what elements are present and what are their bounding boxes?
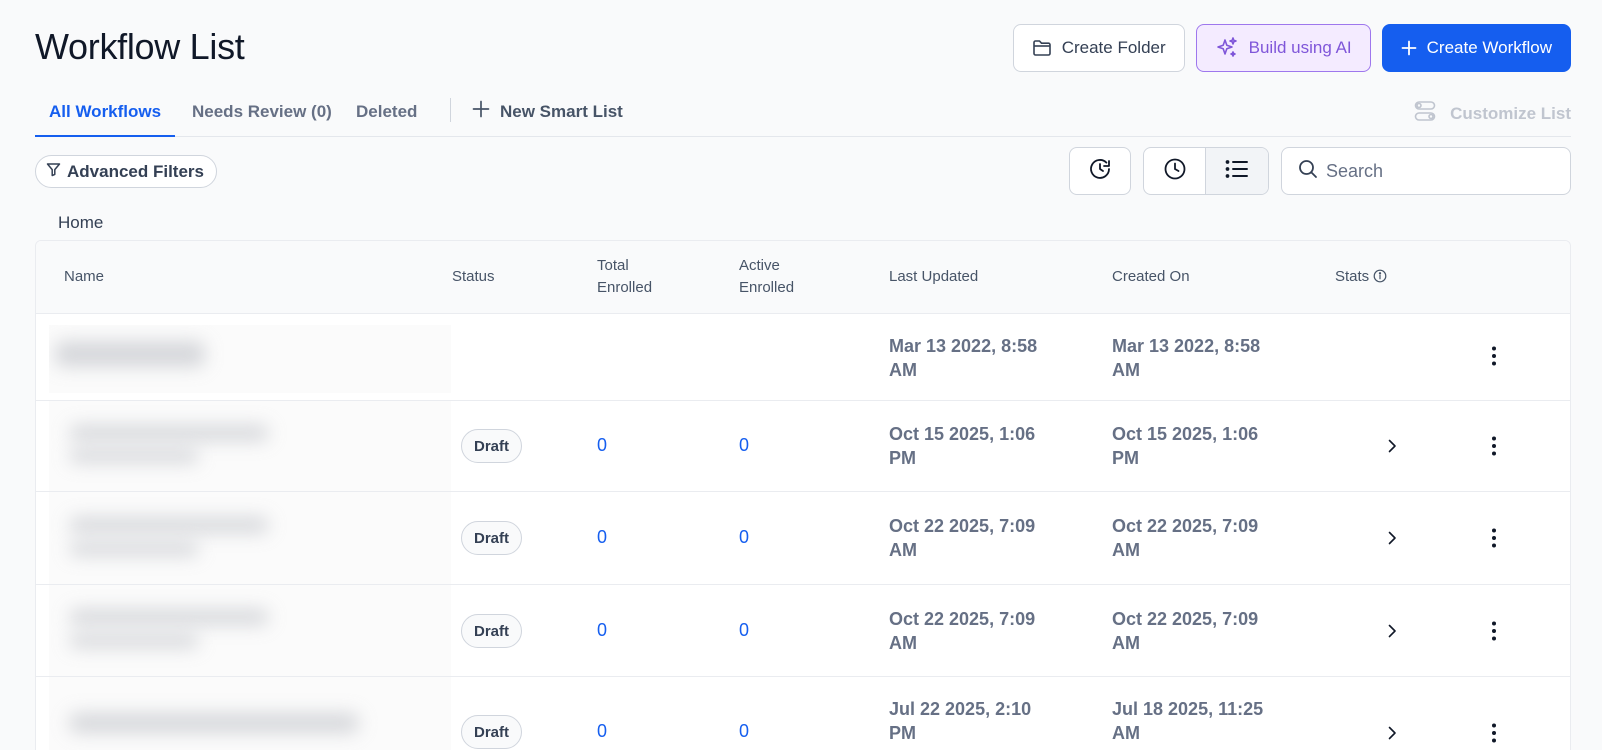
table-row[interactable]: Draft 0 0 Oct 22 2025, 7:09 AM Oct 22 202… [36, 585, 1570, 677]
last-updated-value: Oct 22 2025, 7:09 AM [889, 516, 1036, 560]
clock-icon [1163, 157, 1187, 186]
create-folder-button[interactable]: Create Folder [1012, 24, 1185, 72]
total-enrolled-link[interactable]: 0 [597, 435, 607, 456]
history-button[interactable] [1069, 147, 1131, 195]
new-smart-list-label: New Smart List [500, 101, 623, 121]
build-using-ai-button[interactable]: Build using AI [1195, 24, 1371, 72]
breadcrumb-home[interactable]: Home [58, 213, 103, 233]
status-badge: Draft [461, 614, 523, 648]
info-icon[interactable] [1373, 268, 1387, 290]
tab-divider [450, 98, 451, 122]
view-toggle [1143, 147, 1269, 195]
column-header-active-enrolled[interactable]: Active Enrolled [739, 255, 794, 299]
created-on-value: Oct 22 2025, 7:09 AM [1112, 609, 1259, 653]
table-header: Name Status Total Enrolled Active Enroll… [36, 241, 1570, 314]
workflow-name-redacted[interactable] [49, 401, 451, 491]
chevron-right-icon[interactable] [1387, 725, 1397, 746]
plus-icon [1401, 40, 1417, 56]
advanced-filters-button[interactable]: Advanced Filters [35, 155, 217, 188]
folder-icon [1032, 39, 1052, 57]
column-header-active-line2: Enrolled [739, 279, 795, 296]
column-header-total-line2: Enrolled [597, 279, 653, 296]
last-updated-value: Oct 15 2025, 1:06 PM [889, 424, 1036, 468]
column-header-last-updated[interactable]: Last Updated [889, 266, 978, 288]
active-enrolled-link[interactable]: 0 [739, 721, 749, 742]
created-on-value: Oct 22 2025, 7:09 AM [1112, 516, 1259, 560]
customize-list-button[interactable]: Customize List [1414, 100, 1571, 127]
customize-list-label: Customize List [1450, 103, 1571, 123]
create-workflow-button[interactable]: Create Workflow [1381, 24, 1571, 72]
total-enrolled-link[interactable]: 0 [597, 527, 607, 548]
more-options-icon[interactable] [1492, 528, 1496, 553]
history-icon [1088, 157, 1112, 186]
status-badge: Draft [461, 521, 523, 555]
chevron-right-icon[interactable] [1387, 530, 1397, 551]
table-row[interactable]: Draft 0 0 Oct 22 2025, 7:09 AM Oct 22 202… [36, 492, 1570, 585]
workflow-name-redacted[interactable] [49, 325, 451, 393]
column-header-name[interactable]: Name [64, 266, 104, 288]
chevron-right-icon[interactable] [1387, 623, 1397, 644]
active-enrolled-link[interactable]: 0 [739, 620, 749, 641]
column-header-created-on[interactable]: Created On [1112, 266, 1190, 288]
column-header-stats-label: Stats [1335, 268, 1370, 285]
more-options-icon[interactable] [1492, 346, 1496, 371]
column-header-status[interactable]: Status [452, 266, 495, 288]
build-using-ai-label: Build using AI [1248, 38, 1352, 57]
column-header-stats[interactable]: Stats [1335, 266, 1387, 290]
more-options-icon[interactable] [1492, 723, 1496, 748]
new-smart-list-button[interactable]: New Smart List [472, 100, 623, 123]
workflow-name-redacted[interactable] [49, 585, 451, 676]
workflow-name-redacted[interactable] [49, 677, 451, 750]
chevron-right-icon[interactable] [1387, 438, 1397, 459]
last-updated-value: Oct 22 2025, 7:09 AM [889, 609, 1036, 653]
created-on-value: Mar 13 2022, 8:58 AM [1112, 336, 1261, 380]
last-updated-value: Jul 22 2025, 2:10 PM [889, 699, 1032, 743]
page-title: Workflow List [35, 26, 245, 67]
active-enrolled-link[interactable]: 0 [739, 527, 749, 548]
tab-bar: All Workflows Needs Review (0) Deleted N… [35, 96, 1571, 137]
more-options-icon[interactable] [1492, 436, 1496, 461]
created-on-value: Jul 18 2025, 11:25 AM [1112, 699, 1264, 743]
table-row[interactable]: Draft 0 0 Oct 15 2025, 1:06 PM Oct 15 202… [36, 401, 1570, 492]
active-enrolled-link[interactable]: 0 [739, 435, 749, 456]
advanced-filters-label: Advanced Filters [67, 161, 204, 181]
column-header-active-line1: Active [739, 257, 780, 274]
create-workflow-label: Create Workflow [1426, 38, 1552, 57]
search-icon [1298, 159, 1318, 184]
more-options-icon[interactable] [1492, 621, 1496, 646]
workflow-table: Name Status Total Enrolled Active Enroll… [35, 240, 1571, 750]
table-row[interactable]: Draft 0 0 Jul 22 2025, 2:10 PM Jul 18 202… [36, 677, 1570, 750]
search-input[interactable] [1326, 160, 1556, 182]
search-box [1281, 147, 1571, 195]
list-icon [1225, 159, 1249, 184]
total-enrolled-link[interactable]: 0 [597, 721, 607, 742]
sparkles-icon [1215, 36, 1239, 60]
top-actions: Create Folder Build using AI Create Work… [1012, 24, 1571, 72]
tab-all-workflows[interactable]: All Workflows [35, 102, 176, 137]
last-updated-value: Mar 13 2022, 8:58 AM [889, 336, 1038, 380]
create-folder-label: Create Folder [1061, 38, 1166, 57]
plus-icon [472, 100, 490, 123]
column-header-total-line1: Total [597, 257, 629, 274]
tab-deleted[interactable]: Deleted [356, 102, 417, 137]
clock-view-button[interactable] [1144, 148, 1205, 194]
total-enrolled-link[interactable]: 0 [597, 620, 607, 641]
status-badge: Draft [461, 429, 523, 463]
created-on-value: Oct 15 2025, 1:06 PM [1112, 424, 1259, 468]
table-row[interactable]: Mar 13 2022, 8:58 AM Mar 13 2022, 8:58 AM [36, 315, 1570, 401]
toggles-icon [1414, 100, 1436, 127]
filter-icon [46, 162, 61, 182]
column-header-total-enrolled[interactable]: Total Enrolled [597, 255, 652, 299]
list-view-button[interactable] [1205, 148, 1268, 194]
status-badge: Draft [461, 715, 523, 749]
tab-needs-review[interactable]: Needs Review (0) [192, 102, 332, 137]
workflow-name-redacted[interactable] [49, 492, 451, 584]
